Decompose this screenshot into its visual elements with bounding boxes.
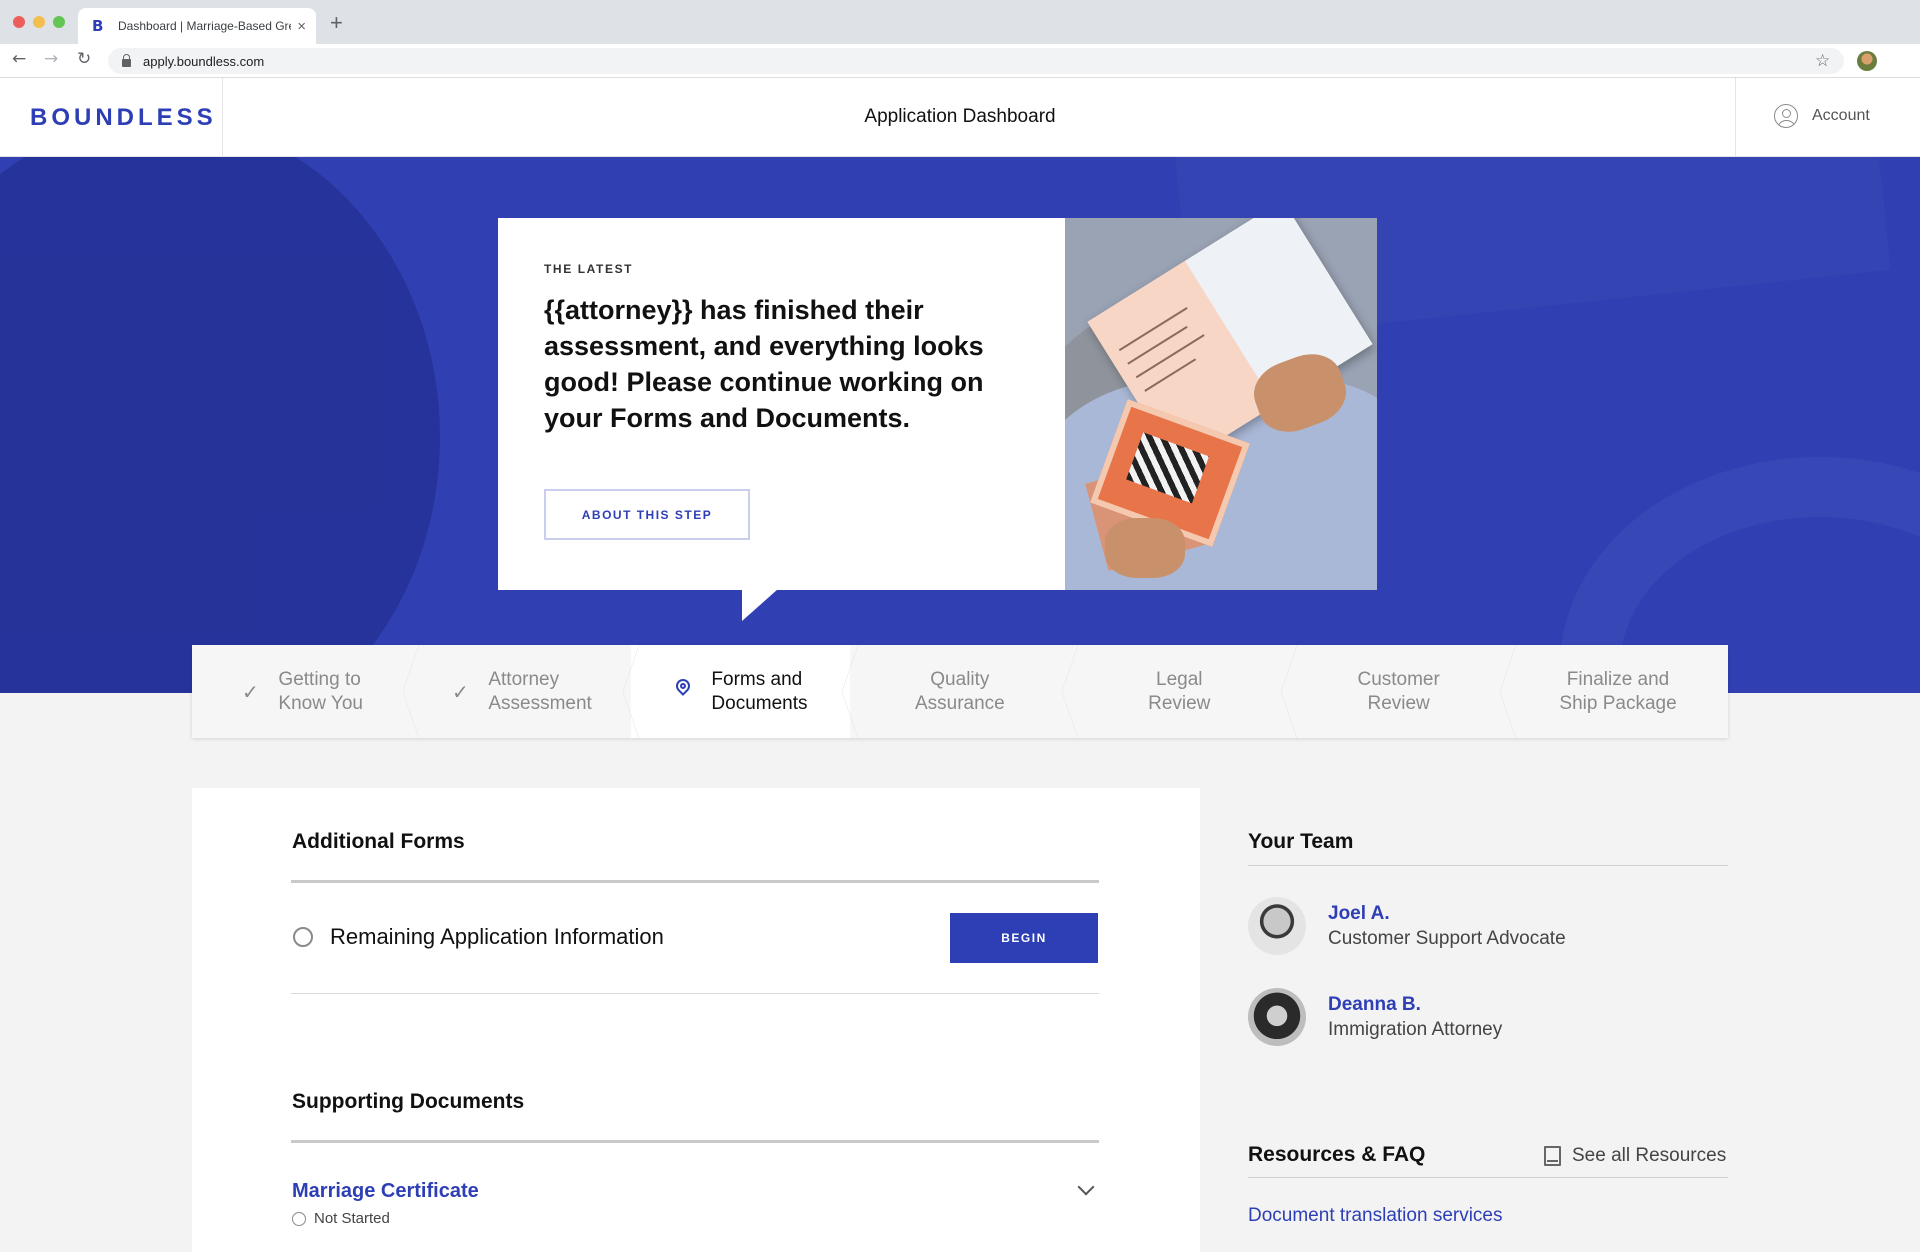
step-label: Getting to Know You [278,668,363,714]
url-text: apply.boundless.com [143,53,265,69]
close-icon[interactable]: × [297,18,306,35]
back-arrow-icon[interactable]: ← [12,49,26,69]
latest-eyebrow: THE LATEST [544,262,634,276]
form-status-radio [293,927,313,947]
document-status: Not Started [314,1210,390,1227]
hero-photo [1065,218,1377,590]
latest-update-card: THE LATEST {{attorney}} has finished the… [498,218,1377,621]
step-label: Customer Review [1357,668,1440,714]
tasks-panel: Additional Forms Remaining Application I… [192,788,1200,1252]
section-divider [291,1140,1099,1143]
chevron-down-icon[interactable] [1077,1178,1095,1196]
status-circle-icon [292,1212,306,1226]
resource-link[interactable]: Document translation services [1248,1205,1503,1227]
lock-icon [122,54,131,67]
header-divider [1735,78,1736,157]
location-pin-icon [673,678,693,705]
step-label: Forms and Documents [711,668,808,714]
step-forms-and-documents[interactable]: Forms and Documents [622,645,851,738]
speech-bubble-tail [742,589,778,621]
section-divider [1248,865,1728,866]
favicon-icon: B [92,17,104,35]
book-icon[interactable] [1544,1146,1561,1166]
profile-avatar-icon[interactable] [1857,51,1877,71]
document-item-link[interactable]: Marriage Certificate [292,1180,479,1203]
step-attorney-assessment[interactable]: ✓ Attorney Assessment [403,645,630,738]
step-customer-review[interactable]: Customer Review [1280,645,1508,738]
step-label: Finalize and Ship Package [1559,668,1677,714]
about-this-step-button[interactable]: ABOUT THIS STEP [544,489,750,540]
app-header: BOUNDLESS Application Dashboard Account [0,78,1920,157]
avatar [1248,988,1306,1046]
step-getting-to-know-you[interactable]: ✓ Getting to Know You [192,645,411,738]
team-member-role: Immigration Attorney [1328,1019,1503,1040]
team-member-role: Customer Support Advocate [1328,928,1566,949]
bookmark-star-icon[interactable]: ☆ [1815,51,1830,71]
window-minimize-button[interactable] [33,16,45,28]
hero-background-shape [0,157,440,693]
avatar [1248,897,1306,955]
check-icon: ✓ [451,679,469,704]
forward-arrow-icon[interactable]: → [44,49,58,69]
supporting-documents-title: Supporting Documents [292,1090,525,1113]
see-all-resources-link[interactable]: See all Resources [1572,1145,1726,1167]
your-team-title: Your Team [1248,830,1354,853]
section-divider [291,880,1099,883]
team-member-name[interactable]: Joel A. [1328,903,1390,925]
check-icon: ✓ [242,679,259,704]
step-finalize-and-ship[interactable]: Finalize and Ship Package [1500,645,1727,738]
page-title: Application Dashboard [864,106,1056,127]
step-label: Quality Assurance [914,668,1005,714]
form-item-label[interactable]: Remaining Application Information [330,924,664,950]
browser-tab-strip: B Dashboard | Marriage-Based Gre × + [0,0,1920,44]
tab-title: Dashboard | Marriage-Based Gre [118,19,292,33]
resources-title: Resources & FAQ [1248,1143,1426,1166]
new-tab-button[interactable]: + [330,10,343,36]
section-divider [1248,1177,1728,1178]
row-divider [291,993,1099,994]
team-member-name[interactable]: Deanna B. [1328,994,1421,1016]
window-zoom-button[interactable] [53,16,65,28]
step-label: Attorney Assessment [488,668,592,714]
browser-tab[interactable]: B Dashboard | Marriage-Based Gre × [78,8,316,44]
account-icon[interactable] [1774,104,1798,128]
account-link[interactable]: Account [1812,107,1870,125]
additional-forms-title: Additional Forms [292,830,465,853]
begin-button[interactable]: BEGIN [950,913,1098,963]
latest-headline: {{attorney}} has finished their assessme… [544,295,984,433]
browser-toolbar: ← → ↻ apply.boundless.com ☆ ⋮ [0,44,1920,113]
step-quality-assurance[interactable]: Quality Assurance [842,645,1069,738]
step-label: Legal Review [1148,668,1211,714]
address-bar[interactable]: apply.boundless.com [108,48,1844,74]
window-close-button[interactable] [13,16,25,28]
step-legal-review[interactable]: Legal Review [1061,645,1289,738]
progress-stepper: ✓ Getting to Know You ✓ Attorney Assessmen… [192,645,1728,738]
reload-icon[interactable]: ↻ [77,49,91,69]
